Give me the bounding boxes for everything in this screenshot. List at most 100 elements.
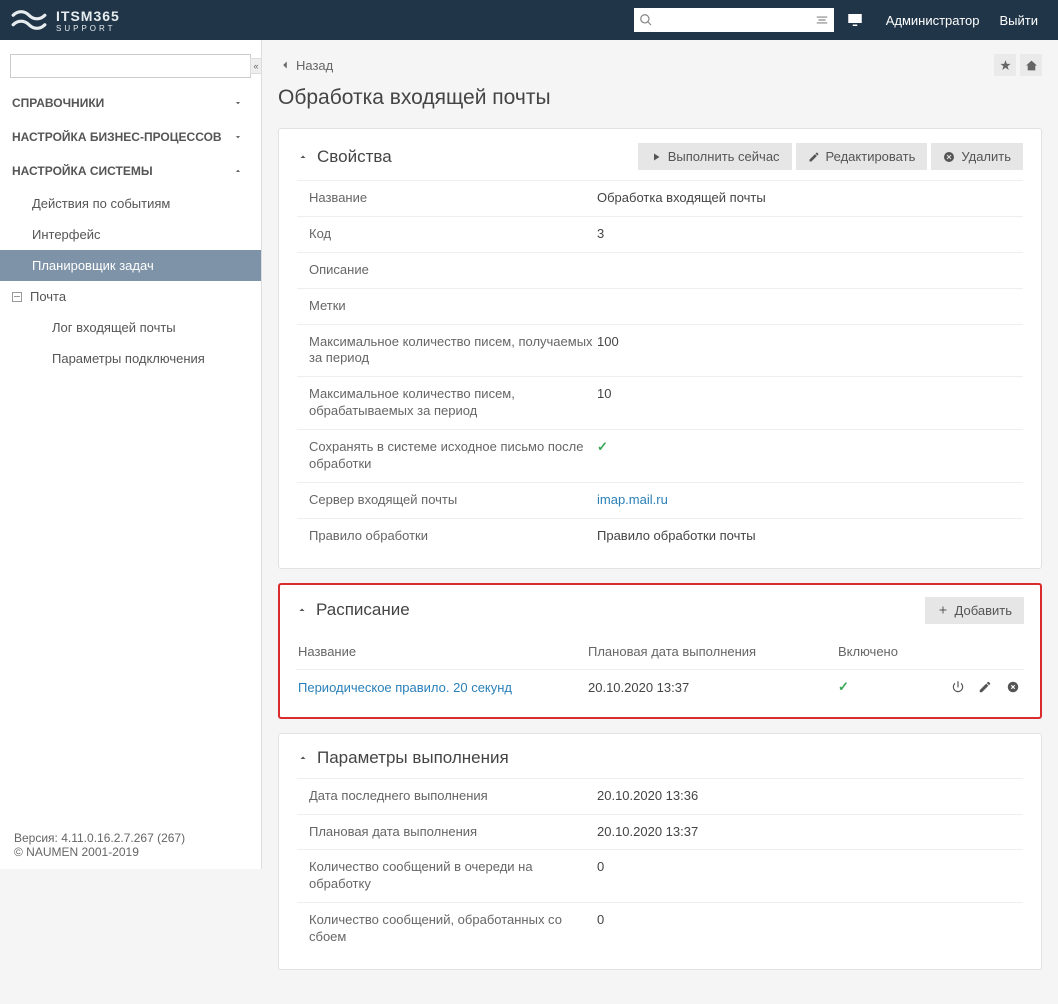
version-text: Версия: 4.11.0.16.2.7.267 (267)	[14, 831, 247, 845]
card-collapse-toggle[interactable]: Свойства	[297, 147, 392, 167]
card-collapse-toggle[interactable]: Параметры выполнения	[297, 748, 509, 768]
search-input[interactable]	[634, 8, 834, 32]
sidebar: « СПРАВОЧНИКИ НАСТРОЙКА БИЗНЕС-ПРОЦЕССОВ…	[0, 40, 262, 869]
home-icon	[1025, 59, 1038, 72]
sidebar-section-references[interactable]: СПРАВОЧНИКИ	[0, 86, 261, 120]
sidebar-group-label: Почта	[30, 289, 66, 304]
add-button[interactable]: Добавить	[925, 597, 1024, 624]
card-title: Расписание	[316, 600, 410, 620]
chevron-up-icon	[233, 166, 243, 176]
button-label: Добавить	[955, 603, 1012, 618]
prop-label: Сервер входящей почты	[297, 492, 597, 509]
sidebar-footer: Версия: 4.11.0.16.2.7.267 (267) © NAUMEN…	[0, 821, 261, 869]
table-row: Периодическое правило. 20 секунд 20.10.2…	[296, 669, 1024, 705]
collapse-sidebar-icon[interactable]: «	[250, 58, 262, 74]
prop-value: 20.10.2020 13:37	[597, 824, 698, 841]
row-delete-button[interactable]	[1004, 678, 1022, 696]
close-circle-icon	[1006, 680, 1020, 694]
favorite-button[interactable]	[994, 54, 1016, 76]
prop-value: 100	[597, 334, 619, 368]
check-icon: ✓	[838, 679, 849, 694]
col-name: Название	[296, 634, 586, 670]
delete-button[interactable]: Удалить	[931, 143, 1023, 170]
button-label: Удалить	[961, 149, 1011, 164]
prop-value: 10	[597, 386, 611, 420]
exec-card: Параметры выполнения Дата последнего вып…	[278, 733, 1042, 970]
chevron-down-icon	[233, 132, 243, 142]
sidebar-search-input[interactable]	[10, 54, 251, 78]
prop-label: Максимальное количество писем, обрабатыв…	[297, 386, 597, 420]
pencil-icon	[978, 680, 992, 694]
prop-label: Количество сообщений, обработанных со сб…	[297, 912, 597, 946]
brand-sub: SUPPORT	[56, 24, 120, 33]
chevron-down-icon	[233, 98, 243, 108]
chevron-up-icon	[297, 151, 309, 163]
logout-link[interactable]: Выйти	[1000, 13, 1039, 28]
prop-value: 0	[597, 859, 604, 893]
edit-button[interactable]: Редактировать	[796, 143, 928, 170]
arrow-left-icon	[278, 58, 292, 72]
top-bar: ITSM365 SUPPORT Администратор Выйти	[0, 0, 1058, 40]
sidebar-item-interface[interactable]: Интерфейс	[0, 219, 261, 250]
logo[interactable]: ITSM365 SUPPORT	[10, 8, 270, 33]
prop-value: Обработка входящей почты	[597, 190, 766, 207]
col-plan: Плановая дата выполнения	[586, 634, 836, 670]
star-icon	[999, 59, 1012, 72]
user-link[interactable]: Администратор	[886, 13, 980, 28]
cell-plan: 20.10.2020 13:37	[586, 669, 836, 705]
row-edit-button[interactable]	[976, 678, 994, 696]
back-button[interactable]: Назад	[278, 58, 333, 73]
chevron-up-icon	[296, 604, 308, 616]
prop-label: Метки	[297, 298, 597, 315]
filter-icon[interactable]	[815, 13, 829, 27]
run-now-button[interactable]: Выполнить сейчас	[638, 143, 792, 170]
global-search	[634, 8, 834, 32]
sidebar-item-mail-log[interactable]: Лог входящей почты	[0, 312, 261, 343]
play-icon	[650, 151, 662, 163]
prop-label: Сохранять в системе исходное письмо посл…	[297, 439, 597, 473]
prop-value: 0	[597, 912, 604, 946]
prop-value: 20.10.2020 13:36	[597, 788, 698, 805]
prop-label: Максимальное количество писем, получаемы…	[297, 334, 597, 368]
sidebar-group-mail[interactable]: Почта	[0, 281, 261, 312]
button-label: Выполнить сейчас	[668, 149, 780, 164]
sidebar-section-biz[interactable]: НАСТРОЙКА БИЗНЕС-ПРОЦЕССОВ	[0, 120, 261, 154]
schedule-card: Расписание Добавить Название Плановая да…	[278, 583, 1042, 719]
logo-icon	[10, 8, 48, 32]
power-button[interactable]	[949, 678, 967, 696]
power-icon	[951, 680, 965, 694]
brand-text: ITSM365	[56, 8, 120, 24]
col-enabled: Включено	[836, 634, 918, 670]
prop-label: Код	[297, 226, 597, 243]
properties-card: Свойства Выполнить сейчас Редактировать …	[278, 128, 1042, 569]
prop-label: Правило обработки	[297, 528, 597, 545]
collapse-box-icon	[12, 292, 22, 302]
plus-icon	[937, 604, 949, 616]
home-button[interactable]	[1020, 54, 1042, 76]
back-label: Назад	[296, 58, 333, 73]
page-title: Обработка входящей почты	[262, 80, 1058, 128]
prop-value: Правило обработки почты	[597, 528, 756, 545]
card-collapse-toggle[interactable]: Расписание	[296, 600, 410, 620]
sidebar-section-label: НАСТРОЙКА СИСТЕМЫ	[12, 164, 153, 178]
content: Назад Обработка входящей почты Свойства …	[262, 40, 1058, 1004]
schedule-table: Название Плановая дата выполнения Включе…	[296, 634, 1024, 705]
card-title: Параметры выполнения	[317, 748, 509, 768]
sidebar-item-events[interactable]: Действия по событиям	[0, 188, 261, 219]
monitor-icon[interactable]	[846, 11, 864, 29]
sidebar-search: «	[0, 40, 261, 86]
prop-value: ✓	[597, 439, 608, 473]
sidebar-item-mail-params[interactable]: Параметры подключения	[0, 343, 261, 374]
sidebar-section-sys[interactable]: НАСТРОЙКА СИСТЕМЫ	[0, 154, 261, 188]
prop-label: Описание	[297, 262, 597, 279]
search-icon	[639, 13, 653, 27]
button-label: Редактировать	[826, 149, 916, 164]
rule-link[interactable]: Периодическое правило. 20 секунд	[298, 680, 512, 695]
sidebar-item-scheduler[interactable]: Планировщик задач	[0, 250, 261, 281]
copyright-text: © NAUMEN 2001-2019	[14, 845, 247, 859]
prop-label: Название	[297, 190, 597, 207]
close-icon	[943, 151, 955, 163]
prop-value: 3	[597, 226, 604, 243]
server-link[interactable]: imap.mail.ru	[597, 492, 668, 509]
prop-label: Плановая дата выполнения	[297, 824, 597, 841]
